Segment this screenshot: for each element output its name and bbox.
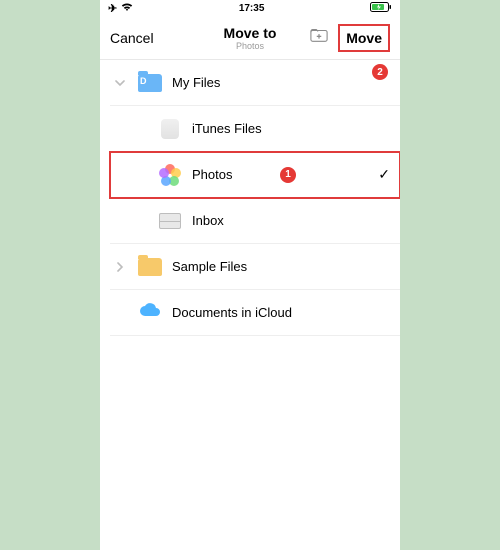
- photos-icon: [156, 161, 184, 189]
- phone-screen: ✈ 17:35 Cancel Move to Photos Move 2: [100, 0, 400, 550]
- chevron-down-icon[interactable]: [110, 78, 130, 88]
- status-bar: ✈ 17:35: [100, 0, 400, 16]
- inbox-icon: [156, 207, 184, 235]
- row-label: iTunes Files: [192, 121, 390, 136]
- row-photos[interactable]: Photos 1 ✓: [110, 152, 400, 198]
- folder-icon: [136, 253, 164, 281]
- wifi-icon: [121, 2, 133, 15]
- cloud-icon: [136, 299, 164, 327]
- row-label: Documents in iCloud: [172, 305, 390, 320]
- nav-bar: Cancel Move to Photos Move: [100, 16, 400, 60]
- status-time: 17:35: [239, 3, 265, 14]
- battery-icon: [370, 2, 392, 15]
- cancel-button[interactable]: Cancel: [110, 30, 154, 46]
- itunes-icon: [156, 115, 184, 143]
- folder-list: D My Files iTunes Files Photos 1 ✓ Inbox: [100, 60, 400, 336]
- chevron-right-icon[interactable]: [110, 262, 130, 272]
- checkmark-icon: ✓: [378, 166, 390, 183]
- new-folder-icon[interactable]: [310, 26, 328, 49]
- nav-title: Move to: [224, 25, 277, 41]
- annotation-badge-1: 1: [280, 167, 296, 183]
- row-sample-files[interactable]: Sample Files: [110, 244, 400, 290]
- row-inbox[interactable]: Inbox: [110, 198, 400, 244]
- nav-subtitle: Photos: [224, 41, 277, 51]
- airplane-mode-icon: ✈: [108, 2, 117, 15]
- row-itunes[interactable]: iTunes Files: [110, 106, 400, 152]
- row-label: Sample Files: [172, 259, 390, 274]
- row-label: Inbox: [192, 213, 390, 228]
- move-button[interactable]: Move: [338, 24, 390, 52]
- row-icloud[interactable]: Documents in iCloud: [110, 290, 400, 336]
- folder-icon: D: [136, 69, 164, 97]
- row-my-files[interactable]: D My Files: [110, 60, 400, 106]
- row-label: My Files: [172, 75, 390, 90]
- nav-title-wrap: Move to Photos: [224, 25, 277, 51]
